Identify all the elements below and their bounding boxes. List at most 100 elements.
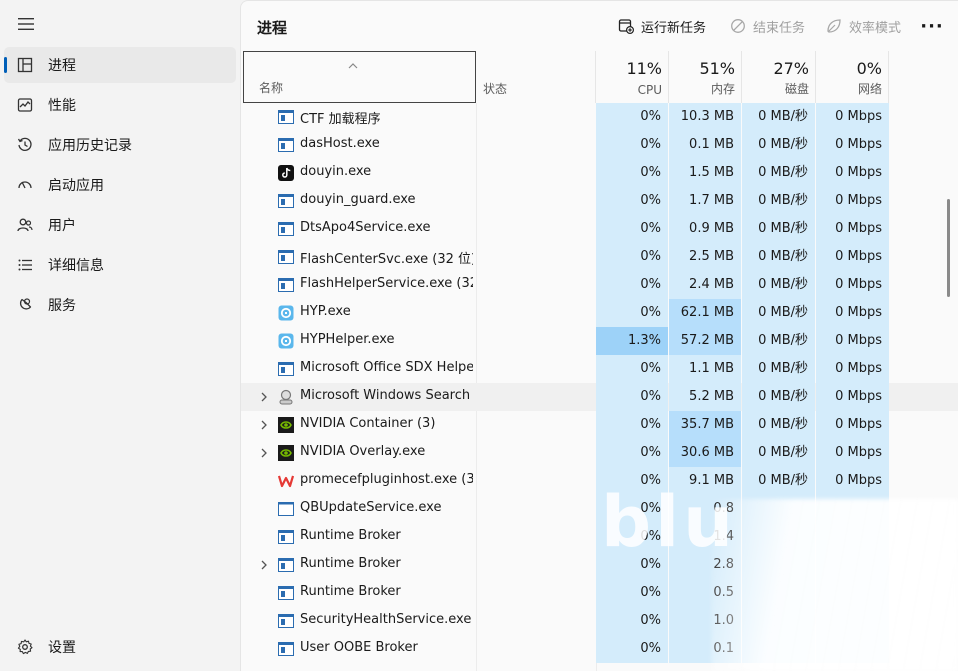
nav-item-details[interactable]: 详细信息 — [4, 247, 236, 283]
cpu-value: 0% — [596, 299, 668, 327]
column-header-status[interactable]: 状态 — [476, 51, 596, 103]
disk-value: 0 MB/秒 — [742, 439, 815, 467]
table-row[interactable]: Microsoft Windows Search ... 0% 5.2 MB 0 MB… — [241, 383, 958, 411]
process-name: SecurityHealthService.exe — [300, 612, 472, 627]
menu-toggle-button[interactable] — [12, 10, 40, 38]
nav-item-performance[interactable]: 性能 — [4, 87, 236, 123]
table-row[interactable]: HYP.exe 0% 62.1 MB 0 MB/秒 0 Mbps — [241, 299, 958, 327]
table-row[interactable]: douyin.exe 0% 1.5 MB 0 MB/秒 0 Mbps — [241, 159, 958, 187]
cpu-value: 0% — [596, 355, 668, 383]
disk-value: 0 MB/秒 — [742, 159, 815, 187]
network-value: 0 Mbps — [816, 243, 889, 271]
nav-item-settings[interactable]: 设置 — [4, 629, 236, 665]
cpu-value: 0% — [596, 551, 668, 579]
memory-value: 1.7 MB — [669, 187, 741, 215]
disk-value: 0 MB/秒 — [742, 355, 815, 383]
nav-item-services[interactable]: 服务 — [4, 287, 236, 323]
end-task-label: 结束任务 — [753, 20, 806, 36]
window-icon — [278, 501, 294, 517]
table-row[interactable]: Microsoft Office SDX Helpe... 0% 1.1 MB 0 M… — [241, 355, 958, 383]
expand-chevron-icon[interactable] — [257, 418, 271, 432]
nav-label: 性能 — [48, 98, 76, 114]
vertical-scrollbar[interactable] — [947, 199, 950, 297]
table-row[interactable]: FlashCenterSvc.exe (32 位) 0% 2.5 MB 0 MB/秒 0… — [241, 243, 958, 271]
generic-app-icon — [278, 641, 294, 657]
expand-chevron-icon[interactable] — [257, 446, 271, 460]
table-row[interactable]: FlashHelperService.exe (32 ...0%2.4 MB0 … — [241, 271, 958, 299]
disk-value: 0 MB/秒 — [742, 187, 815, 215]
efficiency-mode-button[interactable]: 效率模式 — [825, 15, 901, 37]
network-value — [816, 551, 889, 579]
column-label: CPU — [637, 83, 662, 97]
nav-item-app-history[interactable]: 应用历史记录 — [4, 127, 236, 163]
table-row[interactable]: Runtime Broker 0% 1.4 — [241, 523, 958, 551]
column-header-disk[interactable]: 27% 磁盘 — [742, 51, 816, 103]
table-row[interactable]: Runtime Broker 0% 0.5 — [241, 579, 958, 607]
cpu-value: 0% — [596, 439, 668, 467]
process-name: User OOBE Broker — [300, 640, 418, 655]
table-row[interactable]: HYPHelper.exe 1.3% 57.2 MB 0 MB/秒 0 Mbps — [241, 327, 958, 355]
table-row[interactable]: Runtime Broker 0% 2.8 — [241, 551, 958, 579]
cpu-value: 0% — [596, 131, 668, 159]
more-options-button[interactable]: ··· — [920, 15, 943, 37]
generic-app-icon — [278, 137, 294, 153]
disk-value — [742, 635, 815, 663]
network-value: 0 Mbps — [816, 187, 889, 215]
table-row[interactable]: NVIDIA Overlay.exe 0% 30.6 MB 0 MB/秒 0 Mbps — [241, 439, 958, 467]
disk-value: 0 MB/秒 — [742, 299, 815, 327]
table-row[interactable]: User OOBE Broker 0% 0.1 — [241, 635, 958, 663]
disk-value — [742, 551, 815, 579]
cpu-value: 0% — [596, 159, 668, 187]
process-name: Runtime Broker — [300, 528, 401, 543]
cpu-value: 0% — [596, 187, 668, 215]
table-row[interactable]: QBUpdateService.exe 0% 0.8 — [241, 495, 958, 523]
network-value: 0 Mbps — [816, 383, 889, 411]
nav-item-users[interactable]: 用户 — [4, 207, 236, 243]
network-total: 0% — [856, 59, 882, 78]
table-row[interactable]: SecurityHealthService.exe 0% 1.0 — [241, 607, 958, 635]
process-name: douyin.exe — [300, 164, 372, 179]
memory-value: 30.6 MB — [669, 439, 741, 467]
network-value — [816, 495, 889, 523]
network-value: 0 Mbps — [816, 467, 889, 495]
nav-label: 设置 — [48, 640, 76, 656]
memory-total: 51% — [699, 59, 735, 78]
process-name: NVIDIA Container (3) — [300, 416, 436, 431]
expand-chevron-icon[interactable] — [257, 390, 271, 404]
memory-value: 2.5 MB — [669, 243, 741, 271]
table-row[interactable]: CTF 加载程序 0% 10.3 MB 0 MB/秒 0 Mbps — [241, 103, 958, 131]
nav-label: 详细信息 — [48, 258, 104, 274]
column-header-network[interactable]: 0% 网络 — [816, 51, 889, 103]
column-label: 内存 — [710, 82, 735, 96]
table-row[interactable]: promecefpluginhost.exe (3... 0% 9.1 MB 0 MB… — [241, 467, 958, 495]
table-row[interactable]: DtsApo4Service.exe 0% 0.9 MB 0 MB/秒 0 Mbps — [241, 215, 958, 243]
run-new-task-button[interactable]: 运行新任务 — [617, 15, 706, 37]
disk-value: 0 MB/秒 — [742, 271, 815, 299]
column-header-name[interactable]: 名称 — [243, 51, 476, 103]
cpu-value: 0% — [596, 607, 668, 635]
sort-ascending-icon — [348, 58, 358, 72]
process-name: CTF 加载程序 — [300, 112, 381, 127]
network-value: 0 Mbps — [816, 355, 889, 383]
table-row[interactable]: dasHost.exe 0% 0.1 MB 0 MB/秒 0 Mbps — [241, 131, 958, 159]
memory-value: 1.1 MB — [669, 355, 741, 383]
gear-icon — [16, 638, 34, 656]
process-name: Microsoft Windows Search ... — [300, 388, 473, 403]
nav-item-processes[interactable]: 进程 — [4, 47, 236, 83]
history-icon — [16, 136, 34, 154]
nav-item-startup-apps[interactable]: 启动应用 — [4, 167, 236, 203]
network-value: 0 Mbps — [816, 411, 889, 439]
expand-chevron-icon[interactable] — [257, 558, 271, 572]
details-icon — [16, 256, 34, 274]
table-row[interactable]: NVIDIA Container (3) 0% 35.7 MB 0 MB/秒 0 Mbp… — [241, 411, 958, 439]
disk-value: 0 MB/秒 — [742, 327, 815, 355]
column-label: 状态 — [483, 82, 508, 96]
end-task-button[interactable]: 结束任务 — [729, 15, 805, 37]
process-name: NVIDIA Overlay.exe — [300, 444, 426, 459]
process-name: DtsApo4Service.exe — [300, 220, 431, 235]
process-name: QBUpdateService.exe — [300, 500, 442, 515]
column-header-cpu[interactable]: 11% CPU — [596, 51, 669, 103]
column-header-memory[interactable]: 51% 内存 — [669, 51, 742, 103]
table-row[interactable]: douyin_guard.exe 0% 1.7 MB 0 MB/秒 0 Mbps — [241, 187, 958, 215]
generic-app-icon — [278, 221, 294, 237]
